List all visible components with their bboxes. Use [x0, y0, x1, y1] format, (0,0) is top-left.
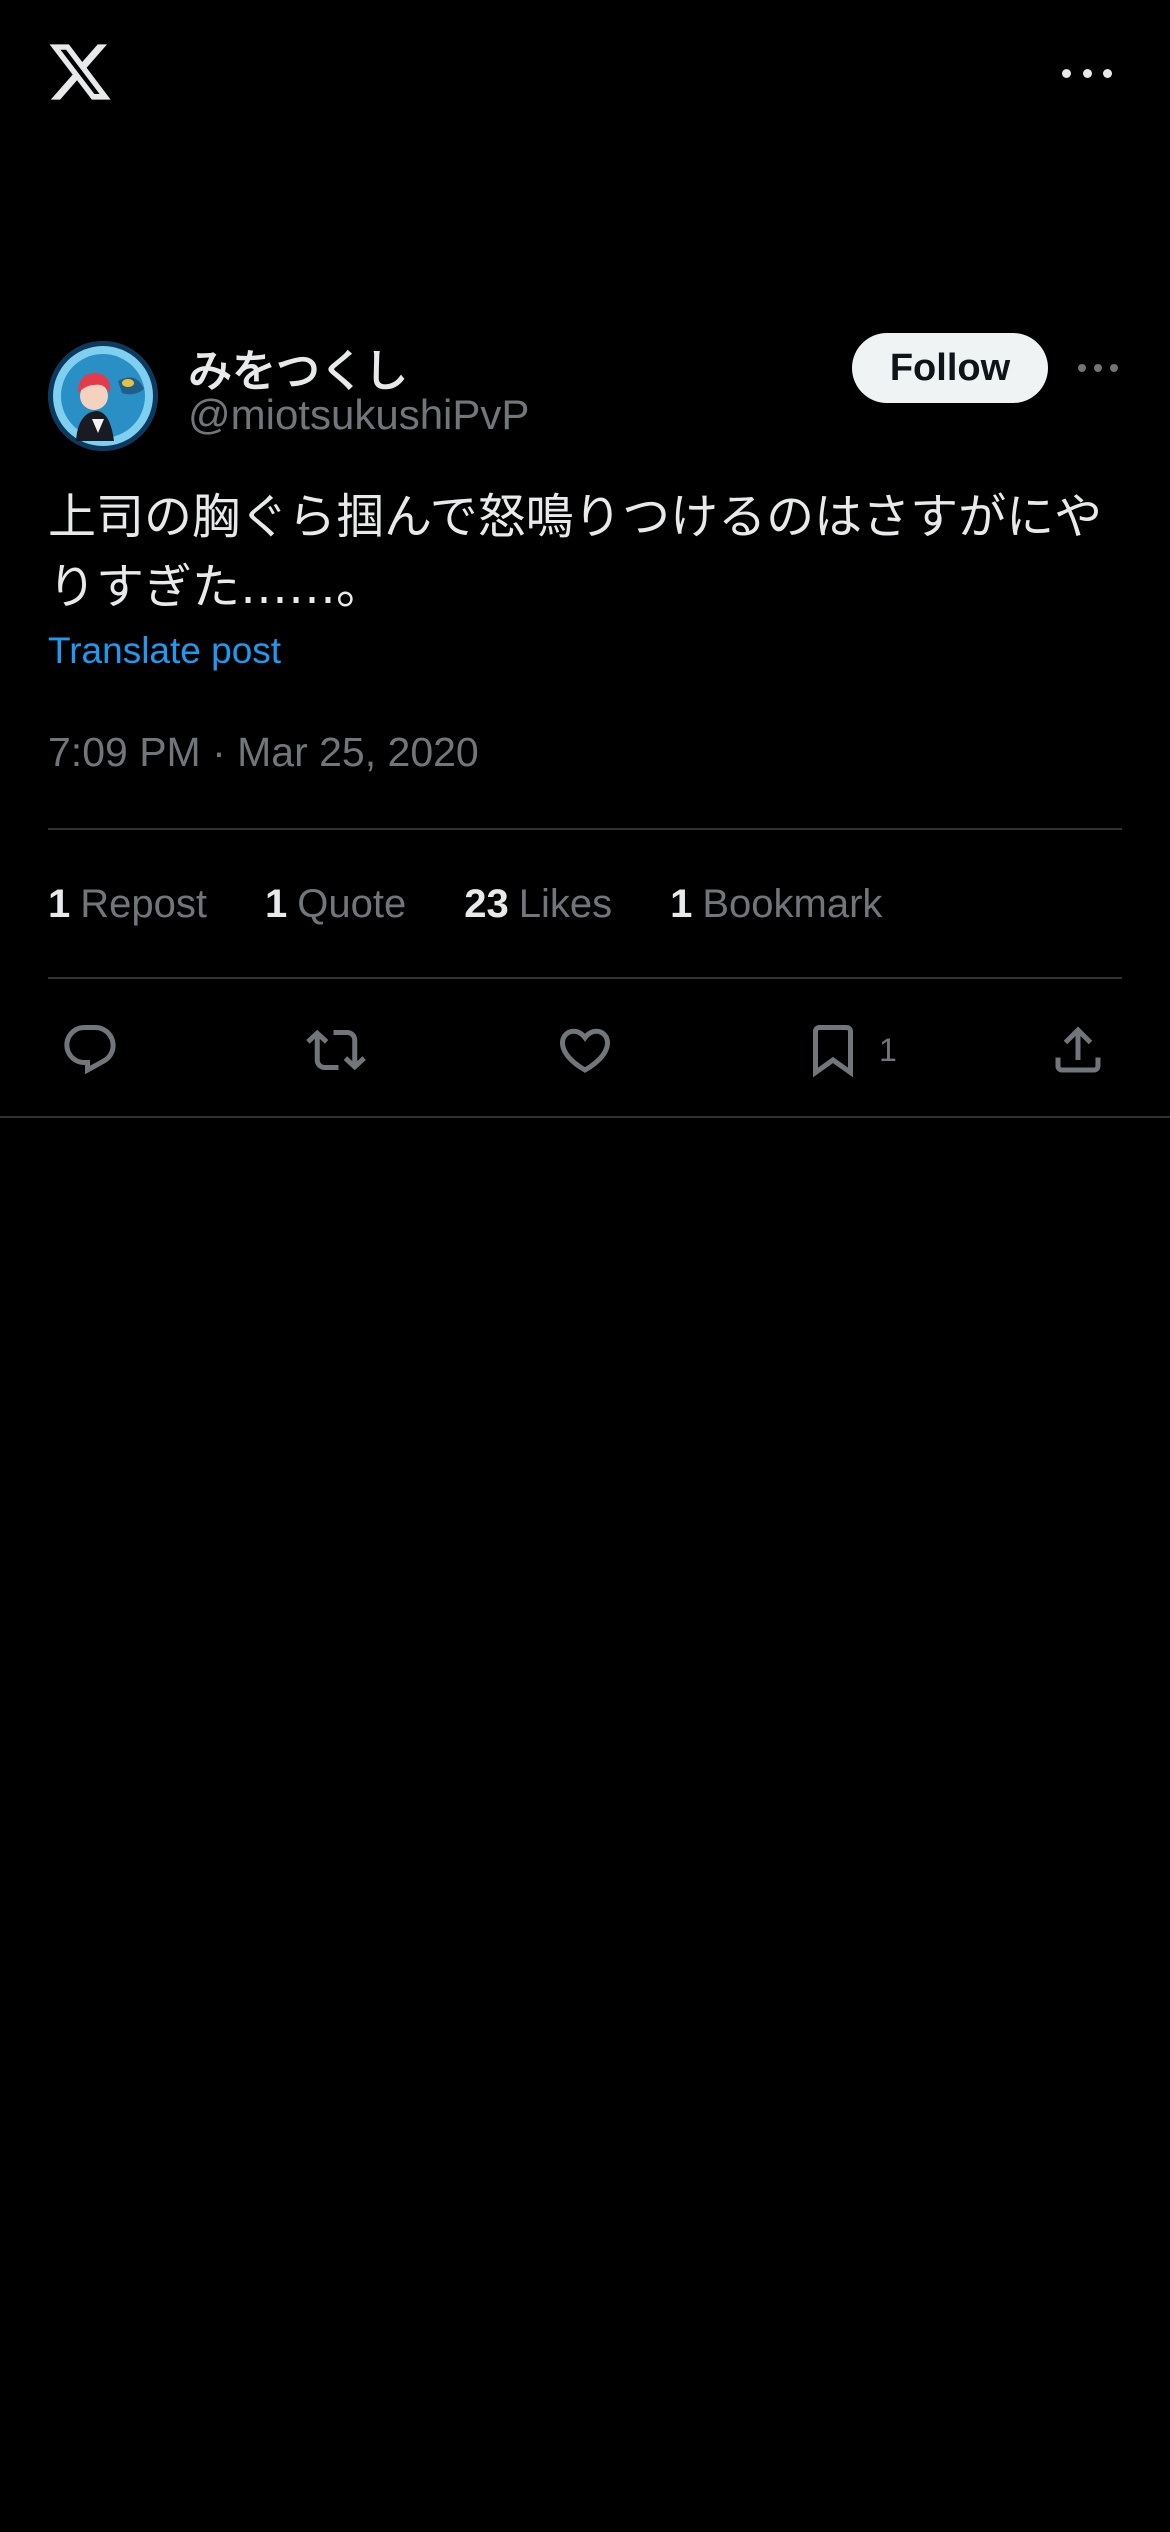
stat-count: 23 — [464, 881, 509, 926]
translate-post-link[interactable]: Translate post — [48, 630, 281, 672]
divider — [48, 977, 1122, 979]
heart-icon — [559, 1028, 611, 1073]
repost-icon — [306, 1029, 366, 1071]
top-bar — [0, 0, 1170, 150]
divider — [0, 1116, 1170, 1118]
reply-icon — [64, 1025, 116, 1075]
more-horizontal-icon[interactable] — [1062, 58, 1112, 88]
reply-button[interactable] — [60, 1010, 120, 1090]
stat-quotes[interactable]: 1 Quote — [265, 882, 406, 927]
stat-count: 1 — [48, 881, 71, 926]
post-author: みをつくし @miotsukushiPvP Follow — [48, 333, 1122, 453]
post-timestamp[interactable]: 7:09 PM · Mar 25, 2020 — [48, 729, 479, 776]
divider — [48, 828, 1122, 830]
repost-button[interactable] — [306, 1010, 366, 1090]
bookmark-count: 1 — [879, 1031, 897, 1068]
stat-label: Repost — [80, 881, 207, 926]
stat-count: 1 — [670, 881, 693, 926]
follow-button[interactable]: Follow — [852, 333, 1048, 403]
stat-likes[interactable]: 23 Likes — [464, 882, 612, 927]
action-bar: 1 — [0, 1010, 1170, 1090]
bookmark-button[interactable]: 1 — [803, 1010, 897, 1090]
stat-label: Bookmark — [702, 881, 883, 926]
stat-reposts[interactable]: 1 Repost — [48, 882, 207, 927]
post-text: 上司の胸ぐら掴んで怒鳴りつけるのはさすがにやりすぎた……。 — [48, 489, 1103, 615]
like-button[interactable] — [555, 1010, 615, 1090]
avatar[interactable] — [48, 341, 158, 451]
post-more-icon[interactable] — [1078, 359, 1118, 377]
bookmark-icon — [813, 1025, 853, 1078]
x-logo-icon[interactable] — [46, 38, 114, 106]
display-name[interactable]: みをつくし — [188, 335, 408, 399]
user-handle[interactable]: @miotsukushiPvP — [188, 391, 529, 439]
stat-label: Likes — [518, 881, 613, 926]
stat-count: 1 — [265, 881, 288, 926]
stat-bookmarks[interactable]: 1 Bookmark — [670, 882, 882, 927]
engagement-stats: 1 Repost 1 Quote 23 Likes 1 Bookmark — [48, 874, 940, 934]
share-icon — [1055, 1026, 1101, 1073]
stat-label: Quote — [297, 881, 407, 926]
share-button[interactable] — [1048, 1010, 1108, 1090]
